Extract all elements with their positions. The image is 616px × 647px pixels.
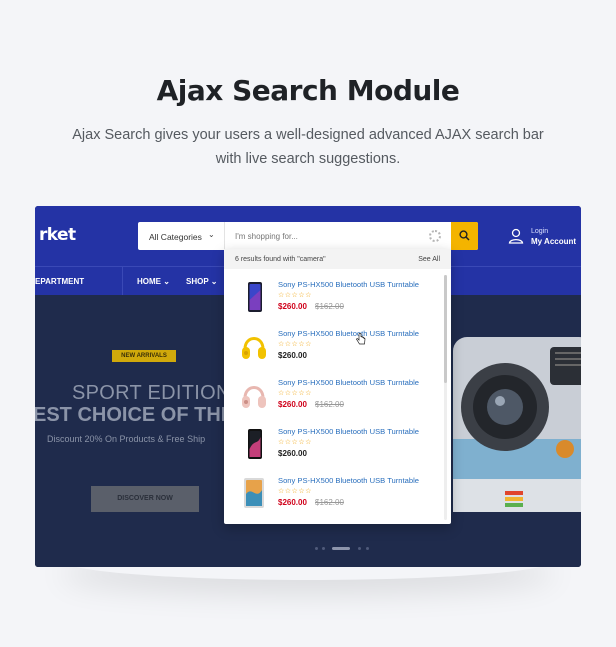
result-price: $260.00 [278,400,307,409]
hero-line-1: SPORT EDITION [72,382,231,404]
category-select-label: All Categories [149,232,202,242]
chevron-down-icon: ⌄ [163,277,170,286]
chevron-down-icon: ⌄ [210,277,218,286]
result-price: $260.00 [278,449,307,458]
dropdown-scrollbar-thumb[interactable] [444,275,447,383]
result-item[interactable]: Sony PS-HX500 Bluetooth USB Turntable ☆☆… [224,276,442,325]
rating-stars: ☆☆☆☆☆ [278,488,312,495]
search-input[interactable] [225,222,451,250]
rating-stars: ☆☆☆☆☆ [278,341,312,348]
result-item[interactable]: Sony PS-HX500 Bluetooth USB Turntable ☆☆… [224,472,442,521]
search-bar: All Categories ⌄ [138,222,478,250]
phone-icon [248,282,262,312]
result-item[interactable]: Sony PS-HX500 Bluetooth USB Turntable ☆☆… [224,374,442,423]
slider-dot[interactable] [322,547,325,550]
search-icon [459,230,470,241]
result-item[interactable]: Sony PS-HX500 Bluetooth USB Turntable ☆☆… [224,325,442,374]
slider-dot[interactable] [366,547,369,550]
nav-item-label: SHOP [186,277,209,286]
nav-item-home[interactable]: HOME ⌄ [137,277,170,286]
loading-spinner-icon [429,230,441,242]
result-old-price: $162.00 [315,498,344,507]
user-icon [508,228,524,244]
chevron-down-icon: ⌄ [208,230,215,239]
result-price: $260.00 [278,498,307,507]
headphones-icon [242,337,266,359]
page-description: Ajax Search gives your users a well-desi… [72,127,544,167]
see-all-link[interactable]: See All [418,256,440,263]
nav-item-shop[interactable]: SHOP ⌄ [186,277,217,286]
hand-cursor-icon [356,333,366,345]
slider-dot[interactable] [315,547,318,550]
result-old-price: $162.00 [315,400,344,409]
hero-discount-text: Discount 20% On Products & Free Ship [47,434,206,444]
result-name[interactable]: Sony PS-HX500 Bluetooth USB Turntable [278,378,419,387]
my-account-label: My Account [531,237,577,246]
result-name[interactable]: Sony PS-HX500 Bluetooth USB Turntable [278,476,419,485]
new-arrivals-badge: NEW ARRIVALS [112,350,176,362]
rating-stars: ☆☆☆☆☆ [278,390,312,397]
result-name[interactable]: Sony PS-HX500 Bluetooth USB Turntable [278,427,419,436]
result-price: $260.00 [278,302,307,311]
category-select[interactable]: All Categories ⌄ [138,222,225,250]
result-price: $260.00 [278,351,307,360]
result-item[interactable]: Sony PS-HX500 Bluetooth USB Turntable ☆☆… [224,423,442,472]
page-title: Ajax Search Module [156,74,460,107]
slider-dot[interactable] [358,547,361,550]
discover-now-button[interactable]: DISCOVER NOW [91,486,199,512]
tablet-icon [244,478,264,508]
nav-item-label: HOME [137,277,161,286]
camera-image [453,337,581,512]
result-name[interactable]: Sony PS-HX500 Bluetooth USB Turntable [278,329,419,338]
login-label: Login [531,228,549,235]
slider-dot-active[interactable] [332,547,350,550]
search-suggestions-dropdown: 6 results found with "camera" See All So… [224,249,451,524]
rating-stars: ☆☆☆☆☆ [278,292,312,299]
hero-line-2: EST CHOICE OF THE Y [35,404,253,426]
result-old-price: $162.00 [315,302,344,311]
phone-icon [248,429,262,459]
store-logo[interactable]: rket [39,225,76,245]
result-name[interactable]: Sony PS-HX500 Bluetooth USB Turntable [278,280,419,289]
rating-stars: ☆☆☆☆☆ [278,439,312,446]
headphones-icon [242,386,266,408]
results-summary: 6 results found with "camera" [235,256,326,263]
department-menu[interactable]: EPARTMENT [35,267,123,296]
search-button[interactable] [451,222,478,250]
results-header: 6 results found with "camera" See All [224,249,451,269]
